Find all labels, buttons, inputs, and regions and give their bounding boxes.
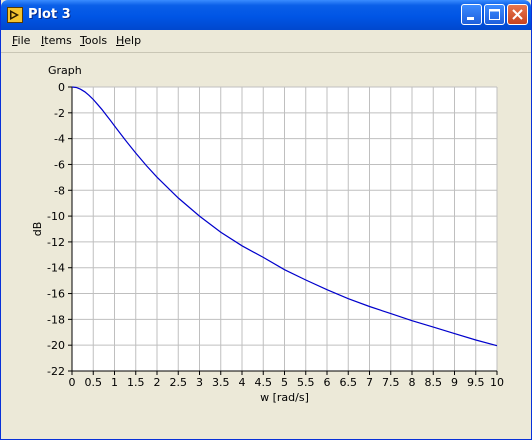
close-icon (512, 9, 523, 20)
x-tick-label: 5 (281, 376, 288, 389)
x-tick-label: 5.5 (297, 376, 315, 389)
y-tick-label: -22 (47, 365, 65, 378)
x-tick-label: 1.5 (127, 376, 145, 389)
minimize-icon (467, 17, 474, 20)
x-tick-label: 10 (490, 376, 504, 389)
y-tick-label: -18 (47, 313, 65, 326)
menu-bar: File Items Tools Help (1, 30, 531, 50)
title-bar[interactable]: Plot 3 (1, 0, 531, 30)
x-tick-label: 0.5 (85, 376, 103, 389)
menu-items[interactable]: Items (41, 34, 72, 47)
y-tick-label: -16 (47, 288, 65, 301)
y-tick-label: -6 (54, 158, 65, 171)
x-tick-label: 2 (154, 376, 161, 389)
series-line (71, 86, 498, 347)
x-tick-label: 7.5 (382, 376, 400, 389)
menu-help[interactable]: Help (116, 34, 141, 47)
x-tick-label: 9.5 (467, 376, 485, 389)
x-tick-label: 6.5 (340, 376, 358, 389)
x-tick-label: 9 (451, 376, 458, 389)
window-title: Plot 3 (28, 7, 71, 22)
close-button[interactable] (507, 4, 528, 25)
x-tick-label: 6 (324, 376, 331, 389)
x-tick-label: 3.5 (212, 376, 230, 389)
y-tick-label: -2 (54, 107, 65, 120)
x-tick-label: 4 (239, 376, 246, 389)
maximize-button[interactable] (484, 4, 505, 25)
y-tick-label: -8 (54, 184, 65, 197)
maximize-icon (489, 9, 500, 20)
graph-label: Graph (48, 64, 82, 77)
y-tick-label: -20 (47, 339, 65, 352)
labview-icon (7, 7, 23, 23)
y-tick-label: -12 (47, 236, 65, 249)
y-tick-label: -14 (47, 262, 65, 275)
x-tick-label: 4.5 (255, 376, 273, 389)
x-axis-label: w [rad/s] (260, 391, 309, 404)
y-tick-label: -10 (47, 210, 65, 223)
x-tick-label: 2.5 (170, 376, 188, 389)
y-axis-label: dB (31, 222, 44, 237)
menu-separator (1, 52, 531, 53)
x-tick-label: 7 (366, 376, 373, 389)
x-tick-label: 8 (409, 376, 416, 389)
plot-area (72, 87, 497, 371)
menu-file[interactable]: File (12, 34, 30, 47)
y-tick-label: -4 (54, 133, 65, 146)
x-tick-label: 1 (111, 376, 118, 389)
plot-window: Plot 3 File Items Tools Help Graph 0 0.5 1… (0, 0, 532, 440)
y-tick-label: 0 (58, 81, 65, 94)
x-tick-label: 3 (196, 376, 203, 389)
x-tick-label: 8.5 (425, 376, 443, 389)
x-tick-label: 0 (69, 376, 76, 389)
menu-tools[interactable]: Tools (80, 34, 107, 47)
minimize-button[interactable] (461, 4, 482, 25)
